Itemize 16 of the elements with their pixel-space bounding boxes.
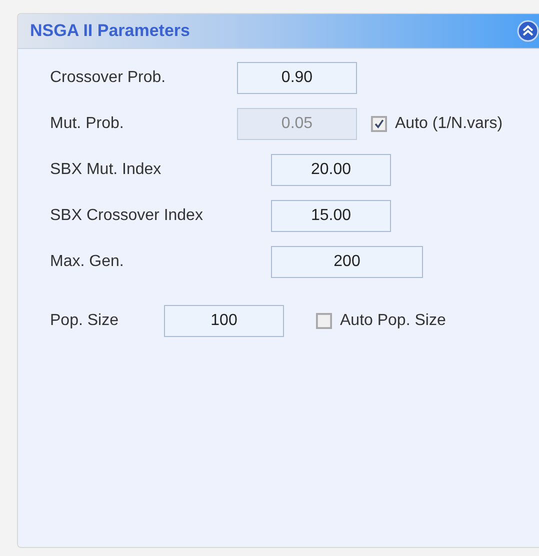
input-field[interactable]: 0.90 xyxy=(237,62,357,94)
input-field[interactable]: 100 xyxy=(164,305,284,337)
checkbox[interactable] xyxy=(316,313,332,329)
checkbox-label: Auto (1/N.vars) xyxy=(395,115,503,133)
input-field[interactable]: 200 xyxy=(271,246,423,278)
collapse-icon[interactable] xyxy=(517,20,539,42)
input-field[interactable]: 15.00 xyxy=(271,200,391,232)
field-label: Mut. Prob. xyxy=(50,115,125,133)
checkbox-label: Auto Pop. Size xyxy=(340,312,446,330)
field-label: Max. Gen. xyxy=(50,253,125,271)
panel-title: NSGA II Parameters xyxy=(30,21,190,41)
field-label: Crossover Prob. xyxy=(50,69,167,87)
field-label: Pop. Size xyxy=(50,312,120,330)
field-label: SBX Crossover Index xyxy=(50,207,204,225)
input-field[interactable]: 20.00 xyxy=(271,154,391,186)
field-label: SBX Mut. Index xyxy=(50,161,162,179)
